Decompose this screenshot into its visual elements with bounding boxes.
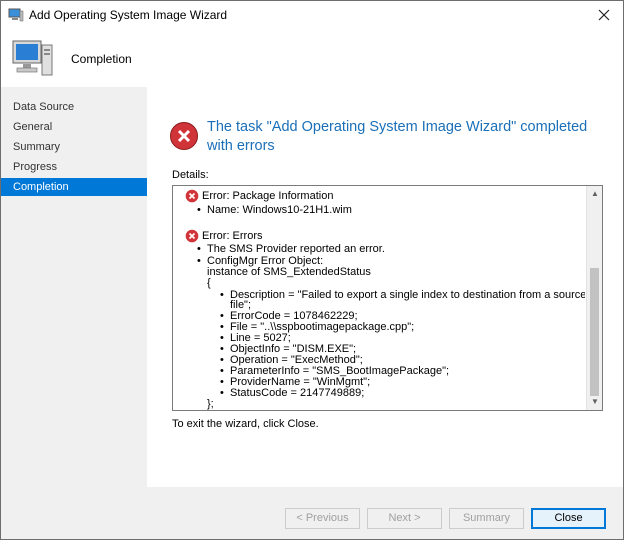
wizard-header: Completion <box>1 31 623 86</box>
error-icon <box>185 189 199 203</box>
detail-line: }; <box>207 398 214 410</box>
result-heading: The task "Add Operating System Image Wiz… <box>207 119 588 154</box>
scroll-up-icon[interactable]: ▲ <box>587 186 602 202</box>
detail-prop: Description = "Failed to export a single… <box>220 290 585 302</box>
detail-line: The SMS Provider reported an error. <box>197 244 385 256</box>
details-textbox[interactable]: Error: Package Information Name: Windows… <box>172 185 603 411</box>
button-bar: < Previous Next > Summary Close <box>147 487 623 539</box>
detail-prop: StatusCode = 2147749889; <box>220 388 364 400</box>
wizard-nav: Data Source General Summary Progress Com… <box>1 87 147 539</box>
error-icon <box>170 122 198 150</box>
nav-item-general[interactable]: General <box>1 118 147 136</box>
scroll-down-icon[interactable]: ▼ <box>587 394 602 410</box>
summary-button[interactable]: Summary <box>449 508 524 529</box>
computer-icon <box>8 8 24 22</box>
error-icon <box>185 229 199 243</box>
detail-line: Name: Windows10-21H1.wim <box>197 205 352 217</box>
nav-item-data-source[interactable]: Data Source <box>1 98 147 116</box>
next-button[interactable]: Next > <box>367 508 442 529</box>
nav-item-completion[interactable]: Completion <box>1 178 147 196</box>
close-button[interactable]: Close <box>531 508 606 529</box>
close-icon <box>598 9 610 21</box>
detail-line: { <box>207 277 211 289</box>
computer-wizard-icon <box>12 40 53 76</box>
vertical-scrollbar[interactable]: ▲ ▼ <box>586 186 602 410</box>
nav-item-progress[interactable]: Progress <box>1 158 147 176</box>
previous-button[interactable]: < Previous <box>285 508 360 529</box>
title-bar: Add Operating System Image Wizard <box>1 1 623 31</box>
exit-instructions: To exit the wizard, click Close. <box>172 418 319 430</box>
page-title: Completion <box>71 52 132 66</box>
detail-line: instance of SMS_ExtendedStatus <box>207 266 371 278</box>
wizard-window: Add Operating System Image Wizard Comple… <box>0 0 624 540</box>
main-content: The task "Add Operating System Image Wiz… <box>147 87 623 487</box>
details-label: Details: <box>172 169 209 181</box>
window-title: Add Operating System Image Wizard <box>29 8 228 22</box>
close-window-button[interactable] <box>591 3 617 27</box>
nav-item-summary[interactable]: Summary <box>1 138 147 156</box>
details-content: Error: Package Information Name: Windows… <box>173 186 585 410</box>
scroll-thumb[interactable] <box>590 268 599 396</box>
